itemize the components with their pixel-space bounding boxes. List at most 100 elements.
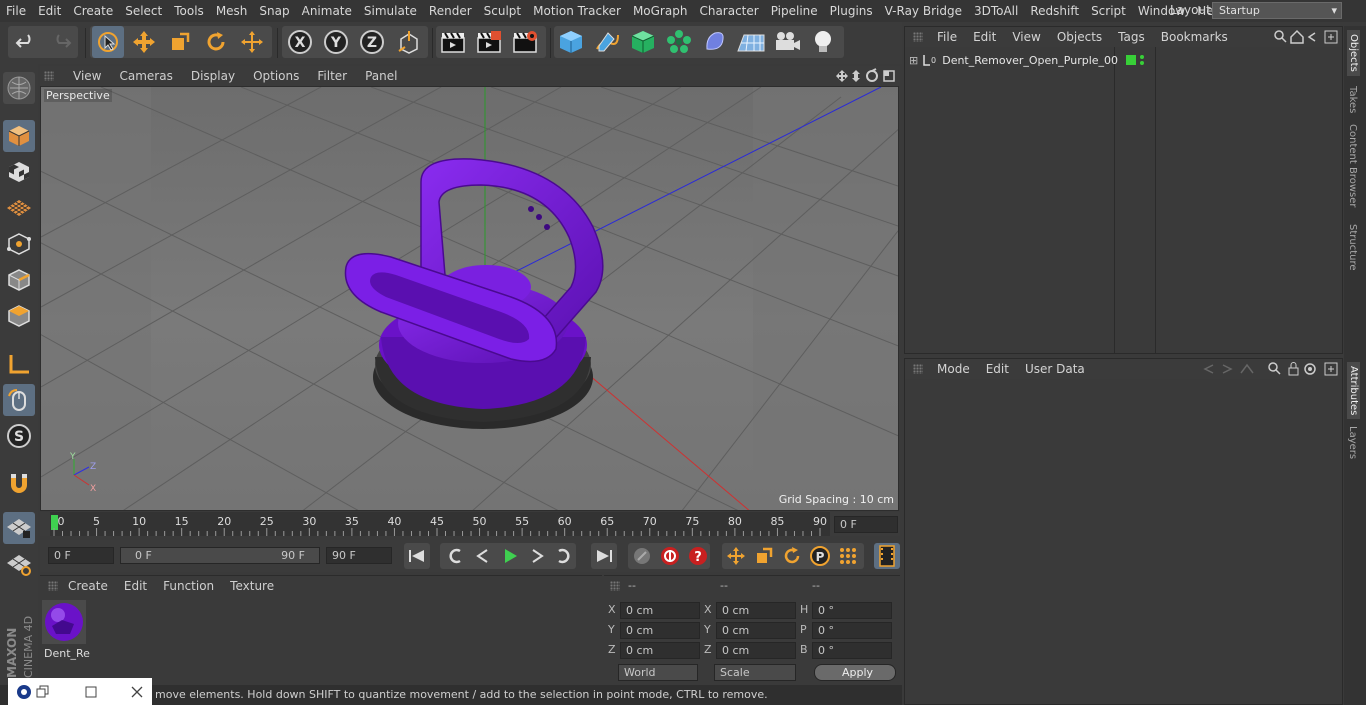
- end-frame-field[interactable]: 90 F: [326, 547, 392, 564]
- next-frame-button[interactable]: [524, 543, 550, 569]
- tab-takes[interactable]: Takes: [1347, 86, 1358, 113]
- coord-value-field[interactable]: 0 cm: [716, 602, 796, 619]
- grip-handle[interactable]: [610, 581, 620, 591]
- coordinate-mode-select[interactable]: World: [618, 664, 698, 681]
- coord-value-field[interactable]: 0 cm: [620, 602, 700, 619]
- coord-value-field[interactable]: 0 cm: [716, 642, 796, 659]
- go-to-start-button[interactable]: [404, 543, 430, 569]
- camera-button[interactable]: [771, 26, 803, 58]
- z-axis-lock-button[interactable]: Z: [356, 26, 388, 58]
- move-button[interactable]: [128, 26, 160, 58]
- undo-button[interactable]: [10, 26, 42, 58]
- render-view-button[interactable]: [437, 26, 469, 58]
- cloner-button[interactable]: [663, 26, 695, 58]
- coord-value-field[interactable]: 0 °: [812, 642, 892, 659]
- menu-tools[interactable]: Tools: [168, 0, 210, 22]
- object-menu-view[interactable]: View: [1004, 30, 1048, 44]
- menu-plugins[interactable]: Plugins: [824, 0, 879, 22]
- object-menu-bookmarks[interactable]: Bookmarks: [1153, 30, 1236, 44]
- layout-select[interactable]: Startup: [1212, 2, 1342, 19]
- workplane-settings-button[interactable]: [3, 548, 35, 580]
- grip-handle[interactable]: [44, 71, 54, 81]
- object-name[interactable]: Dent_Remover_Open_Purple_001: [942, 54, 1118, 67]
- material-menu-create[interactable]: Create: [60, 579, 116, 593]
- menu-animate[interactable]: Animate: [296, 0, 358, 22]
- tab-structure[interactable]: Structure: [1347, 224, 1358, 271]
- material-menu-texture[interactable]: Texture: [222, 579, 282, 593]
- coord-value-field[interactable]: 0 cm: [620, 622, 700, 639]
- viewport-menu-options[interactable]: Options: [244, 69, 308, 83]
- close-icon[interactable]: [130, 685, 144, 699]
- key-point-level-button[interactable]: [835, 543, 861, 569]
- solo-button[interactable]: S: [3, 420, 35, 452]
- viewport-nav-icons[interactable]: [834, 68, 898, 84]
- menu-pipeline[interactable]: Pipeline: [765, 0, 824, 22]
- layer-color-swatch[interactable]: [1126, 55, 1137, 65]
- attribute-menu-edit[interactable]: Edit: [978, 362, 1017, 376]
- object-menu-objects[interactable]: Objects: [1049, 30, 1110, 44]
- edges-mode-button[interactable]: [3, 264, 35, 296]
- material-menu-function[interactable]: Function: [155, 579, 222, 593]
- key-position-button[interactable]: [723, 543, 749, 569]
- enable-axis-button[interactable]: [3, 512, 35, 544]
- workplane-mode-button[interactable]: [3, 192, 35, 224]
- play-button[interactable]: [497, 543, 523, 569]
- menu-redshift[interactable]: Redshift: [1024, 0, 1085, 22]
- render-picture-viewer-button[interactable]: [473, 26, 505, 58]
- autokeying-button[interactable]: [657, 543, 683, 569]
- key-parameter-button[interactable]: P: [807, 543, 833, 569]
- menu-edit[interactable]: Edit: [32, 0, 67, 22]
- timeline-window-button[interactable]: [874, 543, 900, 569]
- key-rotation-button[interactable]: [779, 543, 805, 569]
- floor-button[interactable]: [735, 26, 767, 58]
- menu-file[interactable]: File: [0, 0, 32, 22]
- tab-content-browser[interactable]: Content Browser: [1347, 124, 1358, 207]
- maximize-icon[interactable]: [84, 685, 98, 699]
- key-scale-button[interactable]: [751, 543, 777, 569]
- live-selection-button[interactable]: [92, 26, 124, 58]
- menu-create[interactable]: Create: [67, 0, 119, 22]
- menu-script[interactable]: Script: [1085, 0, 1132, 22]
- visibility-dots[interactable]: [1140, 55, 1145, 65]
- attribute-menu-mode[interactable]: Mode: [929, 362, 978, 376]
- scale-button[interactable]: [164, 26, 196, 58]
- timeline-ruler[interactable]: 0 5 10 15 20 25 30 35 40 45 50 55 60 65 70 75 80 85 90 0 F: [40, 512, 900, 536]
- coord-value-field[interactable]: 0 °: [812, 602, 892, 619]
- go-to-end-button[interactable]: [591, 543, 617, 569]
- menu-3dtoall[interactable]: 3DToAll: [968, 0, 1024, 22]
- attribute-manager-tools[interactable]: [1201, 361, 1341, 377]
- perspective-viewport[interactable]: Y Z X Perspective Grid Spacing : 10 cm: [40, 86, 899, 511]
- object-menu-tags[interactable]: Tags: [1110, 30, 1153, 44]
- previous-frame-button[interactable]: [470, 543, 496, 569]
- object-manager-tools[interactable]: [1273, 29, 1341, 45]
- y-axis-lock-button[interactable]: Y: [320, 26, 352, 58]
- deformer-button[interactable]: [699, 26, 731, 58]
- tab-objects[interactable]: Objects: [1347, 30, 1360, 76]
- snap-button[interactable]: [3, 468, 35, 500]
- restore-icon[interactable]: [36, 685, 50, 699]
- tab-attributes[interactable]: Attributes: [1347, 362, 1360, 420]
- make-editable-button[interactable]: [3, 72, 35, 104]
- expand-icon[interactable]: ⊞: [909, 54, 918, 67]
- rotate-button[interactable]: [200, 26, 232, 58]
- viewport-menu-panel[interactable]: Panel: [356, 69, 406, 83]
- viewport-menu-view[interactable]: View: [64, 69, 110, 83]
- current-frame-field[interactable]: 0 F: [834, 516, 898, 533]
- spline-pen-button[interactable]: [591, 26, 623, 58]
- coord-value-field[interactable]: 0 cm: [716, 622, 796, 639]
- material-swatch[interactable]: Dent_Re: [42, 600, 90, 660]
- menu-render[interactable]: Render: [423, 0, 478, 22]
- viewport-menu-cameras[interactable]: Cameras: [110, 69, 181, 83]
- points-mode-button[interactable]: [3, 228, 35, 260]
- coord-value-field[interactable]: 0 cm: [620, 642, 700, 659]
- model-mode-button[interactable]: [3, 120, 35, 152]
- light-button[interactable]: [807, 26, 839, 58]
- apply-button[interactable]: Apply: [814, 664, 896, 681]
- object-row[interactable]: ⊞ 0 Dent_Remover_Open_Purple_001: [905, 51, 1341, 69]
- coordinate-system-button[interactable]: [392, 26, 424, 58]
- grip-handle[interactable]: [913, 32, 923, 42]
- menu-character[interactable]: Character: [693, 0, 764, 22]
- material-menu-edit[interactable]: Edit: [116, 579, 155, 593]
- coordinate-scale-select[interactable]: Scale: [714, 664, 796, 681]
- polygons-mode-button[interactable]: [3, 300, 35, 332]
